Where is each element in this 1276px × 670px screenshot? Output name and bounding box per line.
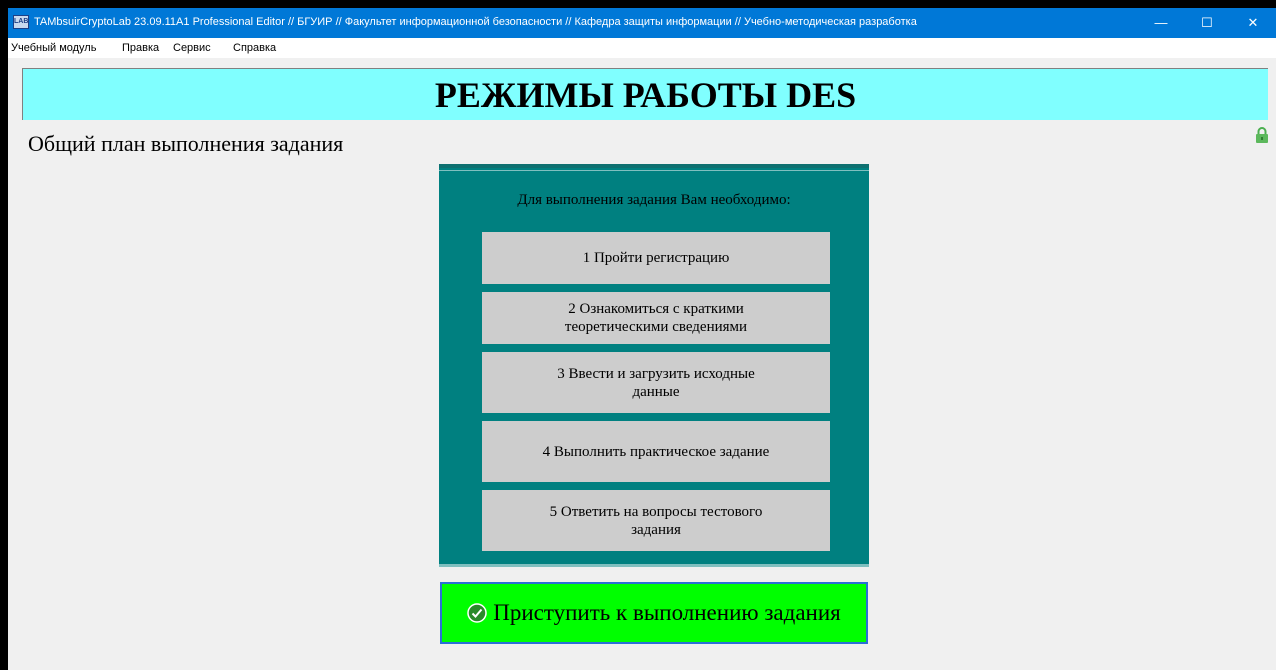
step-button-input-data[interactable]: 3 Ввести и загрузить исходные данные xyxy=(482,352,830,413)
task-plan-panel: Для выполнения задания Вам необходимо: 1… xyxy=(439,164,869,567)
close-button[interactable]: ✕ xyxy=(1230,8,1276,38)
menu-item-edit[interactable]: Правка xyxy=(122,42,159,54)
step-button-test-questions[interactable]: 5 Ответить на вопросы тестового задания xyxy=(482,490,830,551)
title-bar[interactable]: LAB TAMbsuirCryptoLab 23.09.11A1 Profess… xyxy=(8,8,1276,38)
minimize-button[interactable]: — xyxy=(1138,8,1184,38)
menu-item-help[interactable]: Справка xyxy=(233,42,276,54)
app-window: LAB TAMbsuirCryptoLab 23.09.11A1 Profess… xyxy=(8,8,1276,670)
step-button-registration[interactable]: 1 Пройти регистрацию xyxy=(482,232,830,284)
window-title: TAMbsuirCryptoLab 23.09.11A1 Professiona… xyxy=(34,16,917,28)
start-task-button[interactable]: Приступить к выполнению задания xyxy=(440,582,868,644)
maximize-button[interactable]: ☐ xyxy=(1184,8,1230,38)
app-icon[interactable]: LAB xyxy=(13,15,29,29)
step-button-theory[interactable]: 2 Ознакомиться с краткими теоретическими… xyxy=(482,292,830,344)
panel-bottom-divider xyxy=(439,564,869,567)
check-circle-icon xyxy=(467,603,487,623)
menu-bar: Учебный модуль Правка Сервис Справка xyxy=(8,38,1276,58)
menu-item-training-module[interactable]: Учебный модуль xyxy=(11,42,96,54)
page-title: РЕЖИМЫ РАБОТЫ DES xyxy=(22,68,1268,120)
panel-divider xyxy=(439,170,869,171)
section-subtitle: Общий план выполнения задания xyxy=(28,131,344,156)
step-button-practical-task[interactable]: 4 Выполнить практическое задание xyxy=(482,421,830,482)
panel-heading: Для выполнения задания Вам необходимо: xyxy=(517,192,791,208)
lock-icon xyxy=(1256,127,1268,143)
start-task-label: Приступить к выполнению задания xyxy=(493,600,841,625)
menu-item-service[interactable]: Сервис xyxy=(173,42,211,54)
